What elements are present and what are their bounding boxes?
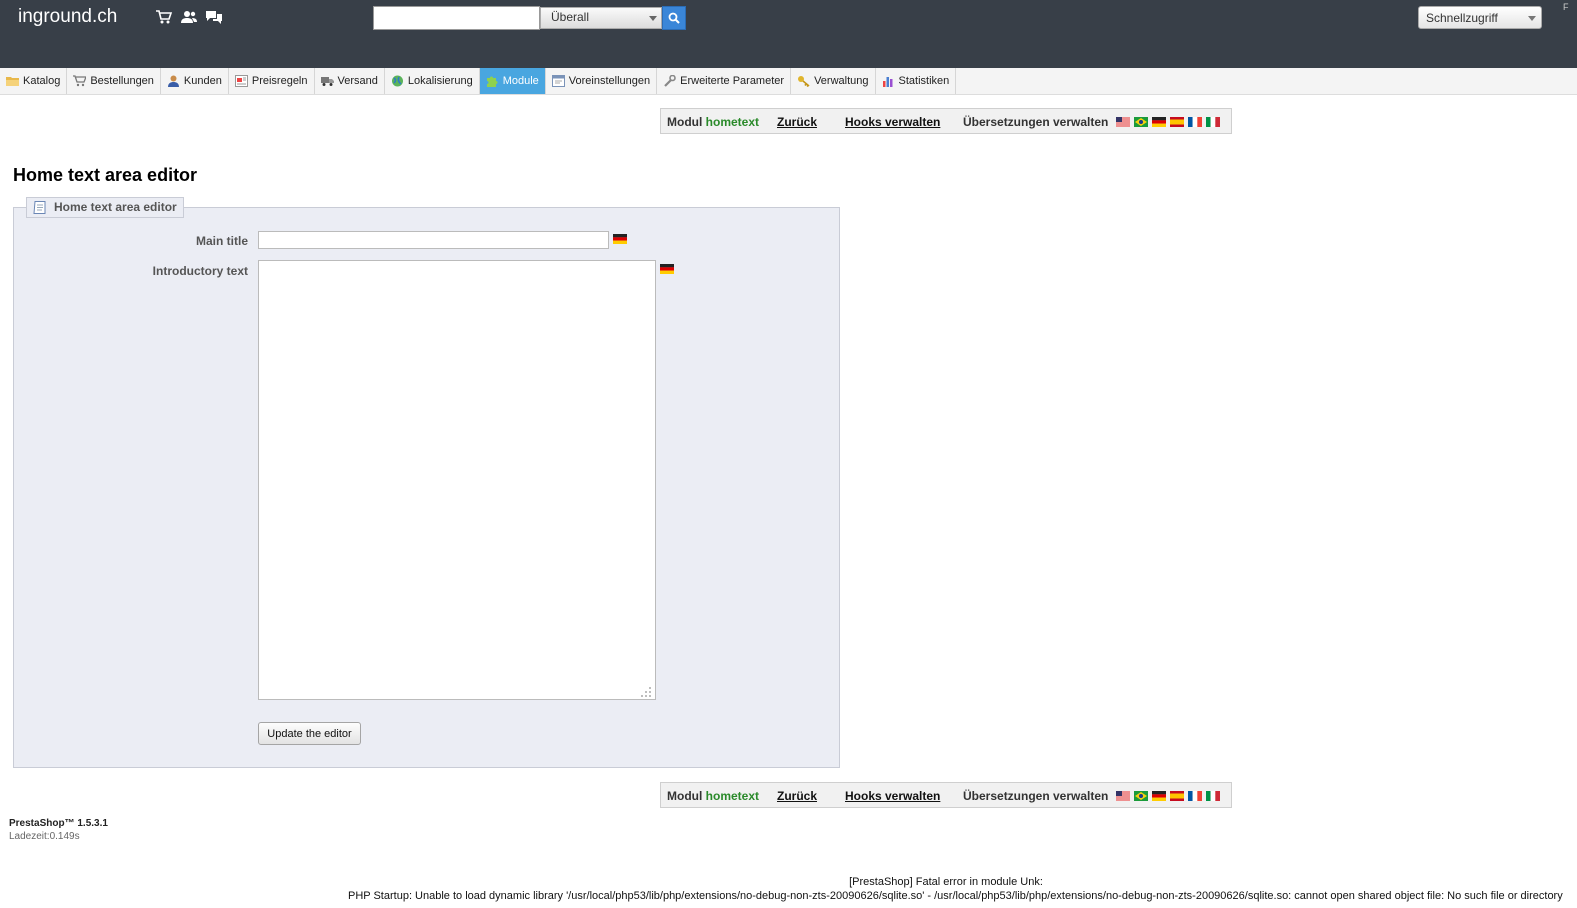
translation-flags [1116, 117, 1220, 127]
manage-hooks-link[interactable]: Hooks verwalten [845, 115, 940, 129]
user-icon [167, 75, 179, 87]
tab-lokalisierung[interactable]: Lokalisierung [385, 68, 480, 94]
tab-bestellungen[interactable]: Bestellungen [67, 68, 161, 94]
tab-label: Katalog [23, 75, 61, 87]
manage-translations-label: Übersetzungen verwalten [963, 789, 1109, 803]
flag-us-icon[interactable] [1116, 791, 1130, 801]
tab-label: Bestellungen [90, 75, 154, 87]
tab-label: Statistiken [898, 75, 950, 87]
tab-erweiterte-parameter[interactable]: Erweiterte Parameter [657, 68, 792, 94]
update-editor-button[interactable]: Update the editor [258, 722, 361, 745]
messages-icon[interactable] [205, 9, 223, 25]
preferences-icon [551, 75, 565, 87]
flag-es-icon[interactable] [1170, 117, 1184, 127]
error-title: [PrestaShop] Fatal error in module Unk: [849, 876, 1043, 888]
flag-br-icon[interactable] [1134, 791, 1148, 801]
load-time: Ladezeit:0.149s [9, 831, 80, 842]
tab-statistiken[interactable]: Statistiken [876, 68, 957, 94]
search-icon [668, 12, 680, 24]
module-prefix: Modul [667, 115, 703, 129]
tab-label: Preisregeln [251, 75, 308, 87]
tab-label: Module [502, 75, 539, 87]
tab-label: Verwaltung [814, 75, 869, 87]
header-edge-text: F [1563, 2, 1569, 12]
tab-label: Lokalisierung [407, 75, 473, 87]
search-scope-select[interactable]: Überall [540, 7, 662, 29]
flag-fr-icon[interactable] [1188, 791, 1202, 801]
flag-de-icon[interactable] [1152, 117, 1166, 127]
globe-icon [391, 75, 403, 87]
search-button[interactable] [662, 6, 686, 30]
flag-es-icon[interactable] [1170, 791, 1184, 801]
cart-icon [73, 75, 87, 87]
module-name: hometext [705, 115, 760, 129]
back-link[interactable]: Zurück [777, 115, 817, 129]
folder-icon [6, 77, 19, 86]
main-title-input[interactable] [258, 231, 609, 249]
tab-kunden[interactable]: Kunden [161, 68, 229, 94]
module-name: hometext [705, 789, 760, 803]
flag-de-icon[interactable] [613, 234, 627, 244]
tab-versand[interactable]: Versand [315, 68, 385, 94]
manage-translations-label: Übersetzungen verwalten [963, 115, 1109, 129]
main-menu: Katalog Bestellungen Kunden Preisregeln … [0, 68, 1577, 95]
tab-label: Voreinstellungen [568, 75, 651, 87]
flag-de-icon[interactable] [660, 264, 674, 274]
chevron-down-icon [649, 16, 657, 21]
search-scope-value: Überall [551, 10, 590, 24]
shop-name[interactable]: inground.ch [18, 6, 117, 28]
search-input[interactable] [373, 6, 540, 30]
cart-icon[interactable] [155, 9, 173, 25]
price-tag-icon [234, 75, 248, 87]
module-prefix: Modul [667, 789, 703, 803]
flag-br-icon[interactable] [1134, 117, 1148, 127]
page-title: Home text area editor [13, 165, 198, 185]
prestashop-version: PrestaShop™ 1.5.3.1 [9, 818, 108, 829]
module-toolbar-bottom: Modul hometext Zurück Hooks verwalten Üb… [660, 782, 1232, 808]
tab-label: Versand [337, 75, 378, 87]
quick-access-select[interactable]: Schnellzugriff [1418, 6, 1542, 29]
flag-it-icon[interactable] [1206, 791, 1220, 801]
flag-it-icon[interactable] [1206, 117, 1220, 127]
flag-us-icon[interactable] [1116, 117, 1130, 127]
translation-flags [1116, 791, 1220, 801]
tab-preisregeln[interactable]: Preisregeln [229, 68, 315, 94]
header: inground.ch Überall Schnellzugriff F [0, 0, 1577, 68]
back-link[interactable]: Zurück [777, 789, 817, 803]
flag-fr-icon[interactable] [1188, 117, 1202, 127]
main-title-label: Main title [195, 234, 248, 248]
intro-text-textarea[interactable] [258, 260, 656, 700]
tab-label: Erweiterte Parameter [680, 75, 785, 87]
stats-icon [882, 77, 892, 87]
document-icon [33, 201, 46, 214]
intro-text-label: Introductory text [152, 264, 248, 278]
legend-text: Home text area editor [54, 200, 177, 214]
puzzle-icon [486, 76, 498, 87]
key-icon [798, 76, 810, 87]
fieldset-legend: Home text area editor [26, 197, 184, 218]
tab-module[interactable]: Module [479, 68, 546, 94]
flag-de-icon[interactable] [1152, 791, 1166, 801]
module-toolbar-top: Modul hometext Zurück Hooks verwalten Üb… [660, 108, 1232, 134]
tab-label: Kunden [183, 75, 222, 87]
module-label: Modul hometext [667, 115, 759, 129]
chevron-down-icon [1528, 16, 1536, 21]
wrench-icon [664, 75, 676, 87]
error-detail: PHP Startup: Unable to load dynamic libr… [348, 890, 1563, 902]
module-label: Modul hometext [667, 789, 759, 803]
customers-icon[interactable] [180, 9, 198, 25]
truck-icon [320, 77, 334, 86]
tab-voreinstellungen[interactable]: Voreinstellungen [546, 68, 658, 94]
tab-verwaltung[interactable]: Verwaltung [791, 68, 876, 94]
quick-access-label: Schnellzugriff [1426, 11, 1498, 25]
tab-katalog[interactable]: Katalog [0, 68, 68, 94]
resize-grip-icon[interactable] [640, 686, 652, 698]
manage-hooks-link[interactable]: Hooks verwalten [845, 789, 940, 803]
